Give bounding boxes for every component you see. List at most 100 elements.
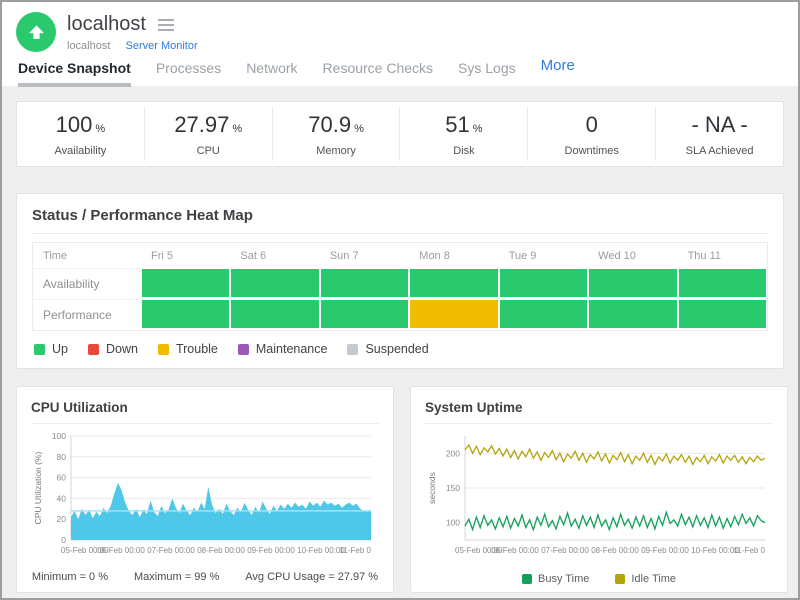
stat-label: Disk <box>400 145 527 157</box>
cpu-utilization-card: CPU Utilization 02040608010005-Feb 00:00… <box>16 386 394 593</box>
heatmap-cell[interactable] <box>678 299 767 330</box>
svg-text:10-Feb 00:00: 10-Feb 00:00 <box>297 546 345 555</box>
arrow-up-icon <box>28 24 45 41</box>
heatmap-cell[interactable] <box>320 268 409 299</box>
svg-text:10-Feb 00:00: 10-Feb 00:00 <box>691 546 739 555</box>
tab-processes[interactable]: Processes <box>156 60 221 87</box>
stat-value: - NA - <box>691 112 747 137</box>
stat-label: Memory <box>273 145 400 157</box>
heatmap-row-availability: Availability <box>33 268 767 299</box>
stat-unit: % <box>95 123 105 135</box>
heatmap-cell[interactable] <box>588 299 677 330</box>
heatmap-cell[interactable] <box>141 268 230 299</box>
divider <box>31 423 379 424</box>
heatmap-column-fri-5: Fri 5 <box>141 243 230 268</box>
stat-value: 0 <box>586 112 598 137</box>
breadcrumb-monitor-link[interactable]: Server Monitor <box>125 40 197 52</box>
legend-swatch <box>522 574 532 584</box>
legend-swatch <box>238 344 249 355</box>
legend-item-trouble: Trouble <box>158 342 218 356</box>
svg-text:06-Feb 00:00: 06-Feb 00:00 <box>97 546 145 555</box>
heatmap-cell[interactable] <box>230 268 319 299</box>
stat-value: 51 <box>445 112 469 137</box>
system-uptime-card: System Uptime 10015020005-Feb 00:0006-Fe… <box>410 386 788 593</box>
cpu-utilization-chart: 02040608010005-Feb 00:0006-Feb 00:0007-F… <box>31 428 379 567</box>
legend-item-maintenance: Maintenance <box>238 342 328 356</box>
stat-availability: 100%Availability <box>17 108 145 161</box>
stat-unit: % <box>354 123 364 135</box>
heatmap-cell[interactable] <box>230 299 319 330</box>
svg-text:100: 100 <box>52 431 66 441</box>
heatmap-header-row: TimeFri 5Sat 6Sun 7Mon 8Tue 9Wed 10Thu 1… <box>33 243 767 268</box>
legend-label: Up <box>52 342 68 356</box>
svg-text:11-Feb 0: 11-Feb 0 <box>734 546 766 555</box>
tab-more[interactable]: More <box>541 57 575 87</box>
heatmap-row-label: Availability <box>33 268 141 299</box>
stat-sla-achieved: - NA - SLA Achieved <box>656 108 783 161</box>
legend-swatch <box>347 344 358 355</box>
heatmap-row-performance: Performance <box>33 299 767 330</box>
heatmap-card: Status / Performance Heat Map TimeFri 5S… <box>16 193 784 369</box>
cpu-chart-footer: Minimum = 0 % Maximum = 99 % Avg CPU Usa… <box>31 571 379 583</box>
heatmap-cell[interactable] <box>409 299 498 330</box>
heatmap-column-sat-6: Sat 6 <box>230 243 319 268</box>
tab-resource-checks[interactable]: Resource Checks <box>323 60 434 87</box>
legend-label: Suspended <box>365 342 428 356</box>
stat-value: 70.9 <box>308 112 351 137</box>
device-header: localhost localhost Server Monitor Devic… <box>2 2 798 86</box>
legend-label: Maintenance <box>256 342 328 356</box>
heatmap-cell[interactable] <box>320 299 409 330</box>
legend-swatch <box>158 344 169 355</box>
uptime-legend-busy-time: Busy Time <box>522 573 589 585</box>
heatmap-table: TimeFri 5Sat 6Sun 7Mon 8Tue 9Wed 10Thu 1… <box>32 242 768 331</box>
heatmap-title: Status / Performance Heat Map <box>32 207 768 224</box>
heatmap-column-wed-10: Wed 10 <box>588 243 677 268</box>
cpu-maximum-label: Maximum = 99 % <box>134 571 219 583</box>
legend-label: Idle Time <box>631 573 676 585</box>
charts-row: CPU Utilization 02040608010005-Feb 00:00… <box>16 386 784 593</box>
heatmap-column-thu-11: Thu 11 <box>678 243 767 268</box>
tab-device-snapshot[interactable]: Device Snapshot <box>18 60 131 87</box>
stat-unit: % <box>232 123 242 135</box>
stats-summary-card: 100%Availability27.97%CPU70.9%Memory51%D… <box>16 101 784 167</box>
svg-text:seconds: seconds <box>427 472 437 504</box>
stat-label: Availability <box>17 145 144 157</box>
svg-text:60: 60 <box>57 473 67 483</box>
menu-icon[interactable] <box>158 19 174 31</box>
tabs: Device Snapshot Processes Network Resource … <box>18 57 784 87</box>
stat-disk: 51% Disk <box>400 108 528 161</box>
uptime-legend: Busy Time Idle Time <box>425 573 773 585</box>
svg-text:11-Feb 0: 11-Feb 0 <box>340 546 372 555</box>
legend-item-down: Down <box>88 342 138 356</box>
tab-sys-logs[interactable]: Sys Logs <box>458 60 516 87</box>
svg-text:08-Feb 00:00: 08-Feb 00:00 <box>591 546 639 555</box>
svg-text:07-Feb 00:00: 07-Feb 00:00 <box>541 546 589 555</box>
svg-text:07-Feb 00:00: 07-Feb 00:00 <box>147 546 195 555</box>
page-title: localhost <box>67 13 146 36</box>
heatmap-column-tue-9: Tue 9 <box>499 243 588 268</box>
svg-text:06-Feb 00:00: 06-Feb 00:00 <box>491 546 539 555</box>
legend-item-up: Up <box>34 342 68 356</box>
heatmap-cell[interactable] <box>409 268 498 299</box>
cpu-average-label: Avg CPU Usage = 27.97 % <box>245 571 378 583</box>
divider <box>32 233 768 234</box>
svg-text:150: 150 <box>446 483 460 493</box>
tab-network[interactable]: Network <box>246 60 297 87</box>
svg-text:80: 80 <box>57 452 67 462</box>
svg-text:09-Feb 00:00: 09-Feb 00:00 <box>247 546 295 555</box>
heatmap-column-mon-8: Mon 8 <box>409 243 498 268</box>
legend-swatch <box>34 344 45 355</box>
heatmap-cell[interactable] <box>678 268 767 299</box>
heatmap-cell[interactable] <box>588 268 677 299</box>
heatmap-cell[interactable] <box>499 299 588 330</box>
heatmap-cell[interactable] <box>499 268 588 299</box>
legend-swatch <box>88 344 99 355</box>
stat-memory: 70.9% Memory <box>273 108 401 161</box>
heatmap-cell[interactable] <box>141 299 230 330</box>
stat-cpu: 27.97%CPU <box>145 108 273 161</box>
device-status-icon <box>16 12 56 52</box>
uptime-legend-idle-time: Idle Time <box>615 573 676 585</box>
stat-label: SLA Achieved <box>656 145 783 157</box>
stat-unit: % <box>473 123 483 135</box>
legend-label: Busy Time <box>538 573 589 585</box>
